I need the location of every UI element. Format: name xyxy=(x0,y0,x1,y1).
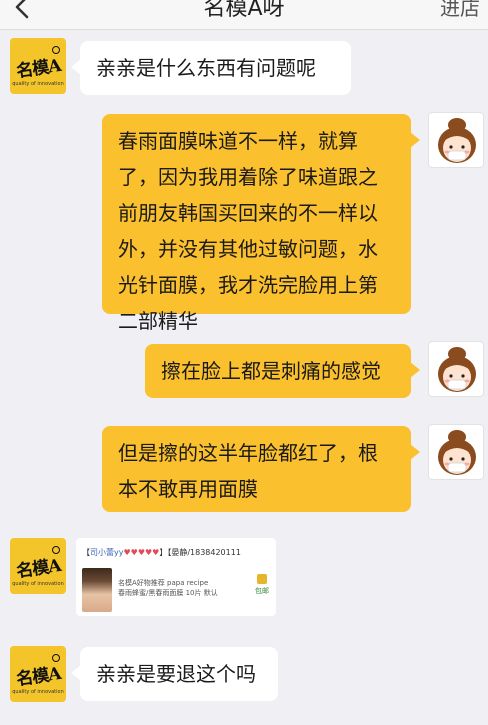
cartoon-face-icon xyxy=(438,347,476,392)
message-text: 亲亲是要退这个吗 xyxy=(96,662,256,686)
logo-mark-icon xyxy=(52,46,60,54)
message-text: 擦在脸上都是刺痛的感觉 xyxy=(161,359,381,383)
message-bubble[interactable]: 春雨面膜味道不一样，就算 了，因为我用着除了味道跟之 前朋友韩国买回来的不一样以… xyxy=(102,114,420,333)
user-avatar[interactable] xyxy=(428,341,484,397)
logo-mark-icon xyxy=(52,546,60,554)
logo-mark-icon xyxy=(52,654,60,662)
message-line: 本不敢再用面膜 xyxy=(118,477,258,501)
user-avatar[interactable] xyxy=(428,112,484,168)
shop-logo: 名模A xyxy=(15,663,62,690)
message-bubble[interactable]: 亲亲是什么东西有问题呢 xyxy=(71,41,351,95)
heart-icons: ♥♥♥♥♥ xyxy=(123,548,160,557)
message-bubble[interactable]: 擦在脸上都是刺痛的感觉 xyxy=(145,344,420,398)
shop-avatar[interactable]: 名模A quality of innovation xyxy=(10,538,66,594)
message-line: 光针面膜，我才洗完脸用上第 xyxy=(118,273,378,297)
product-line: 春雨蜂蜜/黑春雨面膜 10片 默认 xyxy=(118,589,218,597)
message-line: 前朋友韩国买回来的不一样以 xyxy=(118,201,378,225)
message-text: 亲亲是什么东西有问题呢 xyxy=(96,56,316,80)
card-header: 【司小蕾yy♥♥♥♥♥】【晏静/1838420111 xyxy=(82,547,277,558)
top-bar: 名模A呀 进店 xyxy=(0,0,488,30)
message-line: 二部精华 xyxy=(118,309,198,333)
shop-logo: 名模A xyxy=(15,55,62,82)
bracket: 【 xyxy=(82,548,90,557)
cartoon-face-icon xyxy=(438,430,476,475)
product-photo[interactable] xyxy=(82,568,112,612)
bracket: 】【 xyxy=(159,548,172,557)
card-note: 晏静/1838420111 xyxy=(171,548,241,557)
message-bubble[interactable]: 但是擦的这半年脸都红了，根 本不敢再用面膜 xyxy=(102,426,420,512)
shop-avatar[interactable]: 名模A quality of innovation xyxy=(10,38,66,94)
shop-tagline: quality of innovation xyxy=(12,689,64,695)
shop-tagline: quality of innovation xyxy=(12,581,64,587)
shop-avatar[interactable]: 名模A quality of innovation xyxy=(10,646,66,702)
message-line: 外，并没有其他过敏问题，水 xyxy=(118,237,378,261)
shipping-tag: 包邮 xyxy=(252,574,272,596)
message-line: 春雨面膜味道不一样，就算 xyxy=(118,129,358,153)
shop-link[interactable]: 进店 xyxy=(440,0,480,21)
product-card[interactable]: 【司小蕾yy♥♥♥♥♥】【晏静/1838420111 名模A好物推荐 papa … xyxy=(76,538,276,616)
cartoon-face-icon xyxy=(438,118,476,163)
message-line: 了，因为我用着除了味道跟之 xyxy=(118,165,378,189)
shop-logo: 名模A xyxy=(15,555,62,582)
product-info[interactable]: 名模A好物推荐 papa recipe 春雨蜂蜜/黑春雨面膜 10片 默认 xyxy=(118,578,258,598)
shipping-tag-label: 包邮 xyxy=(255,587,269,595)
chat-title: 名模A呀 xyxy=(203,0,285,21)
message-bubble[interactable]: 亲亲是要退这个吗 xyxy=(71,647,278,701)
buyer-nick: 司小蕾yy xyxy=(90,548,124,557)
user-avatar[interactable] xyxy=(428,424,484,480)
message-line: 但是擦的这半年脸都红了，根 xyxy=(118,441,378,465)
product-line: 名模A好物推荐 papa recipe xyxy=(118,579,209,587)
tag-icon xyxy=(257,574,267,584)
shop-tagline: quality of innovation xyxy=(12,81,64,87)
